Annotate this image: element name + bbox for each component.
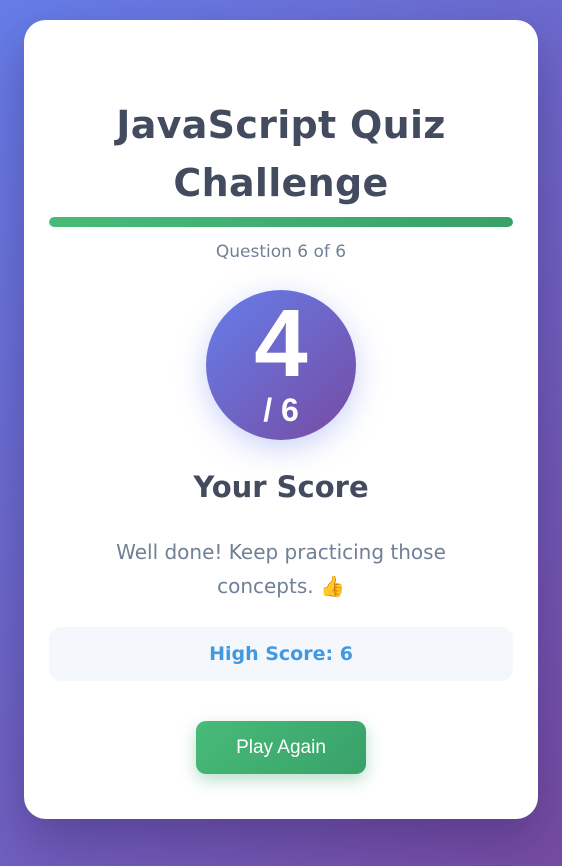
question-counter: Question 6 of 6 (215, 242, 347, 262)
score-value: 4 (254, 290, 308, 397)
high-score-box: High Score: 6 (49, 627, 513, 681)
score-label: Your Score (193, 470, 369, 504)
play-again-button[interactable]: Play Again (196, 721, 366, 774)
progress-bar-fill (49, 217, 513, 227)
score-total: / 6 (263, 392, 299, 428)
quiz-card: JavaScript Quiz Challenge Question 6 of … (24, 20, 538, 819)
feedback-message: Well done! Keep practicing those concept… (116, 540, 446, 598)
quiz-title: JavaScript Quiz Challenge (116, 103, 446, 205)
high-score-text: High Score: 6 (209, 643, 353, 665)
progress-bar (49, 217, 513, 227)
score-circle: 4 / 6 (206, 290, 356, 440)
